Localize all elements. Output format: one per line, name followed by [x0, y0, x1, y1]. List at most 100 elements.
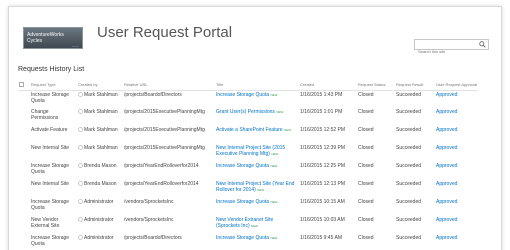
request-type-cell: Increase Storage Quota — [30, 198, 77, 216]
relative-url: /vendors/SprocketsInc — [124, 199, 174, 205]
title-link[interactable]: Grant User(s) Permissions — [216, 109, 275, 115]
request-type-cell: Change Permissions — [30, 108, 77, 126]
new-badge: NEW — [270, 92, 278, 97]
result-cell: Succeeded — [395, 162, 435, 180]
approval-link[interactable]: Approved — [436, 217, 457, 223]
created-by: Mark Stahlman — [84, 145, 118, 151]
title-link[interactable]: Increase Storage Quota — [216, 163, 269, 169]
created-date: 1/16/2015 10:15 AM — [300, 199, 345, 205]
request-type: Increase Storage Quota — [31, 91, 70, 104]
approval-link[interactable]: Approved — [436, 181, 457, 187]
created-by: Mark Stahlman — [84, 109, 118, 115]
table-row[interactable]: Increase Storage Quota Brenda Mason/proje… — [18, 162, 478, 180]
column-header[interactable]: Created by — [77, 80, 123, 91]
title-link[interactable]: Increase Storage Quota — [216, 235, 269, 241]
result-cell: Succeeded — [395, 108, 435, 126]
request-type: Increase Storage Quota — [31, 235, 70, 247]
row-select-cell[interactable] — [18, 126, 30, 144]
title-link[interactable]: Activate a SharePoint Feature — [216, 127, 283, 133]
table-row[interactable]: New Internal Site Mark Stahlman/projects/… — [18, 144, 478, 162]
column-header[interactable]: Title — [215, 80, 299, 91]
request-result: Succeeded — [396, 235, 422, 241]
status-cell: Closed — [357, 180, 395, 198]
title-link[interactable]: New Internal Project Site (Year End Roll… — [216, 181, 294, 193]
approval-link[interactable]: Approved — [436, 235, 457, 241]
row-select-cell[interactable] — [18, 144, 30, 162]
table-row[interactable]: Increase Storage Quota Administrator/vend… — [18, 198, 478, 216]
approval-link[interactable]: Approved — [436, 163, 457, 169]
select-all-checkbox[interactable] — [19, 82, 24, 88]
request-result: Succeeded — [396, 91, 422, 98]
column-header[interactable]: Relative URL — [123, 80, 215, 91]
column-header[interactable]: Request Result — [395, 80, 435, 91]
request-type-cell: New Internal Site — [30, 144, 77, 162]
column-header[interactable]: Request Type — [30, 80, 77, 91]
status-cell: Closed — [357, 90, 395, 108]
new-badge: NEW — [284, 128, 292, 132]
status-cell: Closed — [357, 198, 395, 216]
request-type-cell: Activate Feature — [30, 126, 77, 144]
request-type: New Internal Site — [31, 181, 70, 187]
relative-url: /vendors/SprocketsInc — [124, 217, 174, 223]
table-row[interactable]: Change Permissions Mark Stahlman/projects… — [18, 108, 478, 126]
request-status: Closed — [358, 163, 374, 169]
table-row[interactable]: New Internal Site Brenda Mason/projects/Y… — [18, 180, 478, 198]
logo-text: AdventureWorks Cycles — [27, 32, 64, 44]
row-select-cell[interactable] — [18, 216, 30, 234]
approval-cell: Approved — [435, 144, 478, 162]
relative-url: /projects/YearEndRolloverfor2014 — [124, 181, 199, 187]
table-row[interactable]: Increase Storage Quota Mark Stahlman/proj… — [18, 90, 478, 108]
site-logo[interactable]: AdventureWorks Cycles ~~~ — [23, 27, 83, 49]
table-row[interactable]: New Vendor External Site Administrator/ve… — [18, 216, 478, 234]
approval-link[interactable]: Approved — [436, 92, 457, 98]
result-cell: Succeeded — [395, 216, 435, 234]
list-title: Requests History List — [18, 66, 85, 73]
relative-url-cell: /projects/BoardofDirectors — [123, 234, 215, 250]
column-header[interactable]: Created — [299, 80, 357, 91]
search-icon[interactable] — [479, 41, 486, 48]
approval-link[interactable]: Approved — [436, 127, 457, 133]
new-badge: NEW — [257, 188, 265, 192]
new-badge: NEW — [251, 224, 259, 228]
created-date: 1/16/2015 12:25 PM — [300, 163, 346, 169]
created-cell: 1/16/2015 9:45 AM — [299, 234, 357, 250]
approval-link[interactable]: Approved — [436, 145, 457, 151]
request-status: Closed — [358, 127, 374, 133]
created-cell: 1/16/2015 10:15 AM — [299, 198, 357, 216]
title-link[interactable]: Increase Storage Quota — [216, 92, 269, 98]
request-status: Closed — [358, 109, 374, 115]
approval-link[interactable]: Approved — [436, 109, 457, 115]
table-row[interactable]: Activate Feature Mark Stahlman/projects/2… — [18, 126, 478, 144]
title-cell: Increase Storage Quota NEW — [215, 234, 299, 250]
result-cell: Succeeded — [395, 180, 435, 198]
created-date: 1/16/2015 12:52 PM — [300, 127, 346, 133]
title-link[interactable]: New Vendor Extranet Site (Sprockets Inc) — [216, 217, 273, 229]
search-box[interactable] — [414, 39, 489, 56]
status-cell: Closed — [357, 108, 395, 126]
created-date: 1/16/2015 10:03 AM — [300, 217, 345, 223]
column-header[interactable]: User Request Approval — [435, 80, 478, 91]
row-select-cell[interactable] — [18, 108, 30, 126]
row-select-cell[interactable] — [18, 198, 30, 216]
request-type-cell: Increase Storage Quota — [30, 90, 77, 108]
request-status: Closed — [358, 217, 374, 223]
approval-link[interactable]: Approved — [436, 199, 457, 205]
created-cell: 1/16/2015 1:43 PM — [299, 90, 357, 108]
row-select-cell[interactable] — [18, 180, 30, 198]
column-header[interactable]: Request Status — [357, 80, 395, 91]
relative-url-cell: /vendors/SprocketsInc — [123, 198, 215, 216]
created-date: 1/16/2015 1:01 PM — [300, 109, 343, 115]
created-by: Brenda Mason — [84, 181, 117, 187]
request-result: Succeeded — [396, 199, 422, 205]
row-select-cell[interactable] — [18, 234, 30, 250]
request-type-cell: New Internal Site — [30, 180, 77, 198]
title-link[interactable]: Increase Storage Quota — [216, 199, 269, 205]
relative-url: /projects/BoardofDirectors — [124, 235, 182, 241]
select-all-header[interactable] — [18, 80, 30, 91]
row-select-cell[interactable] — [18, 90, 30, 108]
row-select-cell[interactable] — [18, 162, 30, 180]
title-cell: Increase Storage Quota NEW — [215, 90, 299, 108]
search-input[interactable] — [415, 47, 475, 56]
table-row[interactable]: Increase Storage Quota Administrator/proj… — [18, 234, 478, 250]
relative-url: /projects/2015ExecutivePlanningMtg — [124, 145, 205, 151]
